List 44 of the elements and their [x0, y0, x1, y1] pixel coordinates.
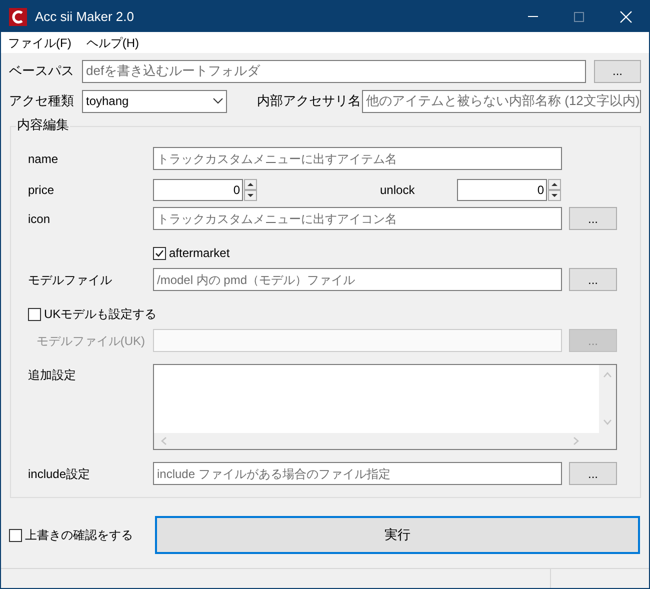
menu-item[interactable]: ファイル(F): [8, 34, 72, 52]
field-label: モデルファイル(UK): [35, 332, 146, 350]
browse-button[interactable]: ...: [569, 268, 617, 291]
minimize-icon[interactable]: [528, 16, 538, 18]
text-field[interactable]: /model 内の pmd（モデル）ファイル: [153, 268, 562, 291]
text-area[interactable]: [153, 364, 617, 450]
checkbox-label: aftermarket: [169, 245, 230, 262]
field-label: 内部アクセサリ名: [257, 92, 362, 110]
text-field[interactable]: トラックカスタムメニューに出すアイコン名: [153, 207, 562, 230]
field-label: icon: [28, 210, 52, 228]
checkbox-label: 上書きの確認をする: [25, 527, 133, 544]
menu-item[interactable]: ヘルプ(H): [86, 34, 139, 52]
spinner-arrows-icon[interactable]: [244, 178, 257, 200]
checkbox[interactable]: [9, 528, 22, 542]
checkbox-label: UKモデルも設定する: [44, 306, 157, 323]
app-logo-icon: [9, 8, 27, 26]
browse-button[interactable]: ...: [569, 462, 617, 485]
text-field[interactable]: 他のアイテムと被らない内部名称 (12文字以内): [362, 90, 641, 112]
field-label: name: [28, 150, 60, 168]
checkbox[interactable]: [28, 308, 41, 320]
field-label: アクセ種類: [9, 92, 75, 110]
run-button[interactable]: 実行: [155, 516, 640, 554]
chevron-down-icon: [213, 98, 223, 104]
field-label: price: [28, 182, 56, 198]
text-field[interactable]: include ファイルがある場合のファイル指定: [153, 462, 562, 485]
browse-button[interactable]: ...: [594, 60, 641, 82]
check-icon: [155, 248, 164, 258]
window-title: Acc sii Maker 2.0: [35, 8, 134, 26]
field-label: ベースパス: [9, 62, 75, 80]
field-label: include設定: [28, 466, 92, 482]
spinner-arrows-icon[interactable]: [548, 178, 561, 200]
type-dropdown[interactable]: toyhang: [82, 90, 227, 112]
field-label: unlock: [380, 182, 416, 198]
number-field[interactable]: 0: [153, 178, 243, 200]
field-label: モデルファイル: [28, 272, 113, 288]
close-icon[interactable]: [620, 10, 632, 22]
number-field[interactable]: 0: [457, 178, 547, 200]
checkbox[interactable]: [153, 246, 166, 260]
group-title: 内容編集: [16, 117, 70, 133]
field-label: 追加設定: [28, 367, 77, 384]
text-field[interactable]: トラックカスタムメニューに出すアイテム名: [153, 147, 562, 170]
maximize-icon: [574, 12, 584, 22]
browse-button[interactable]: ...: [569, 207, 617, 230]
text-field[interactable]: defを書き込むルートフォルダ: [82, 60, 586, 82]
